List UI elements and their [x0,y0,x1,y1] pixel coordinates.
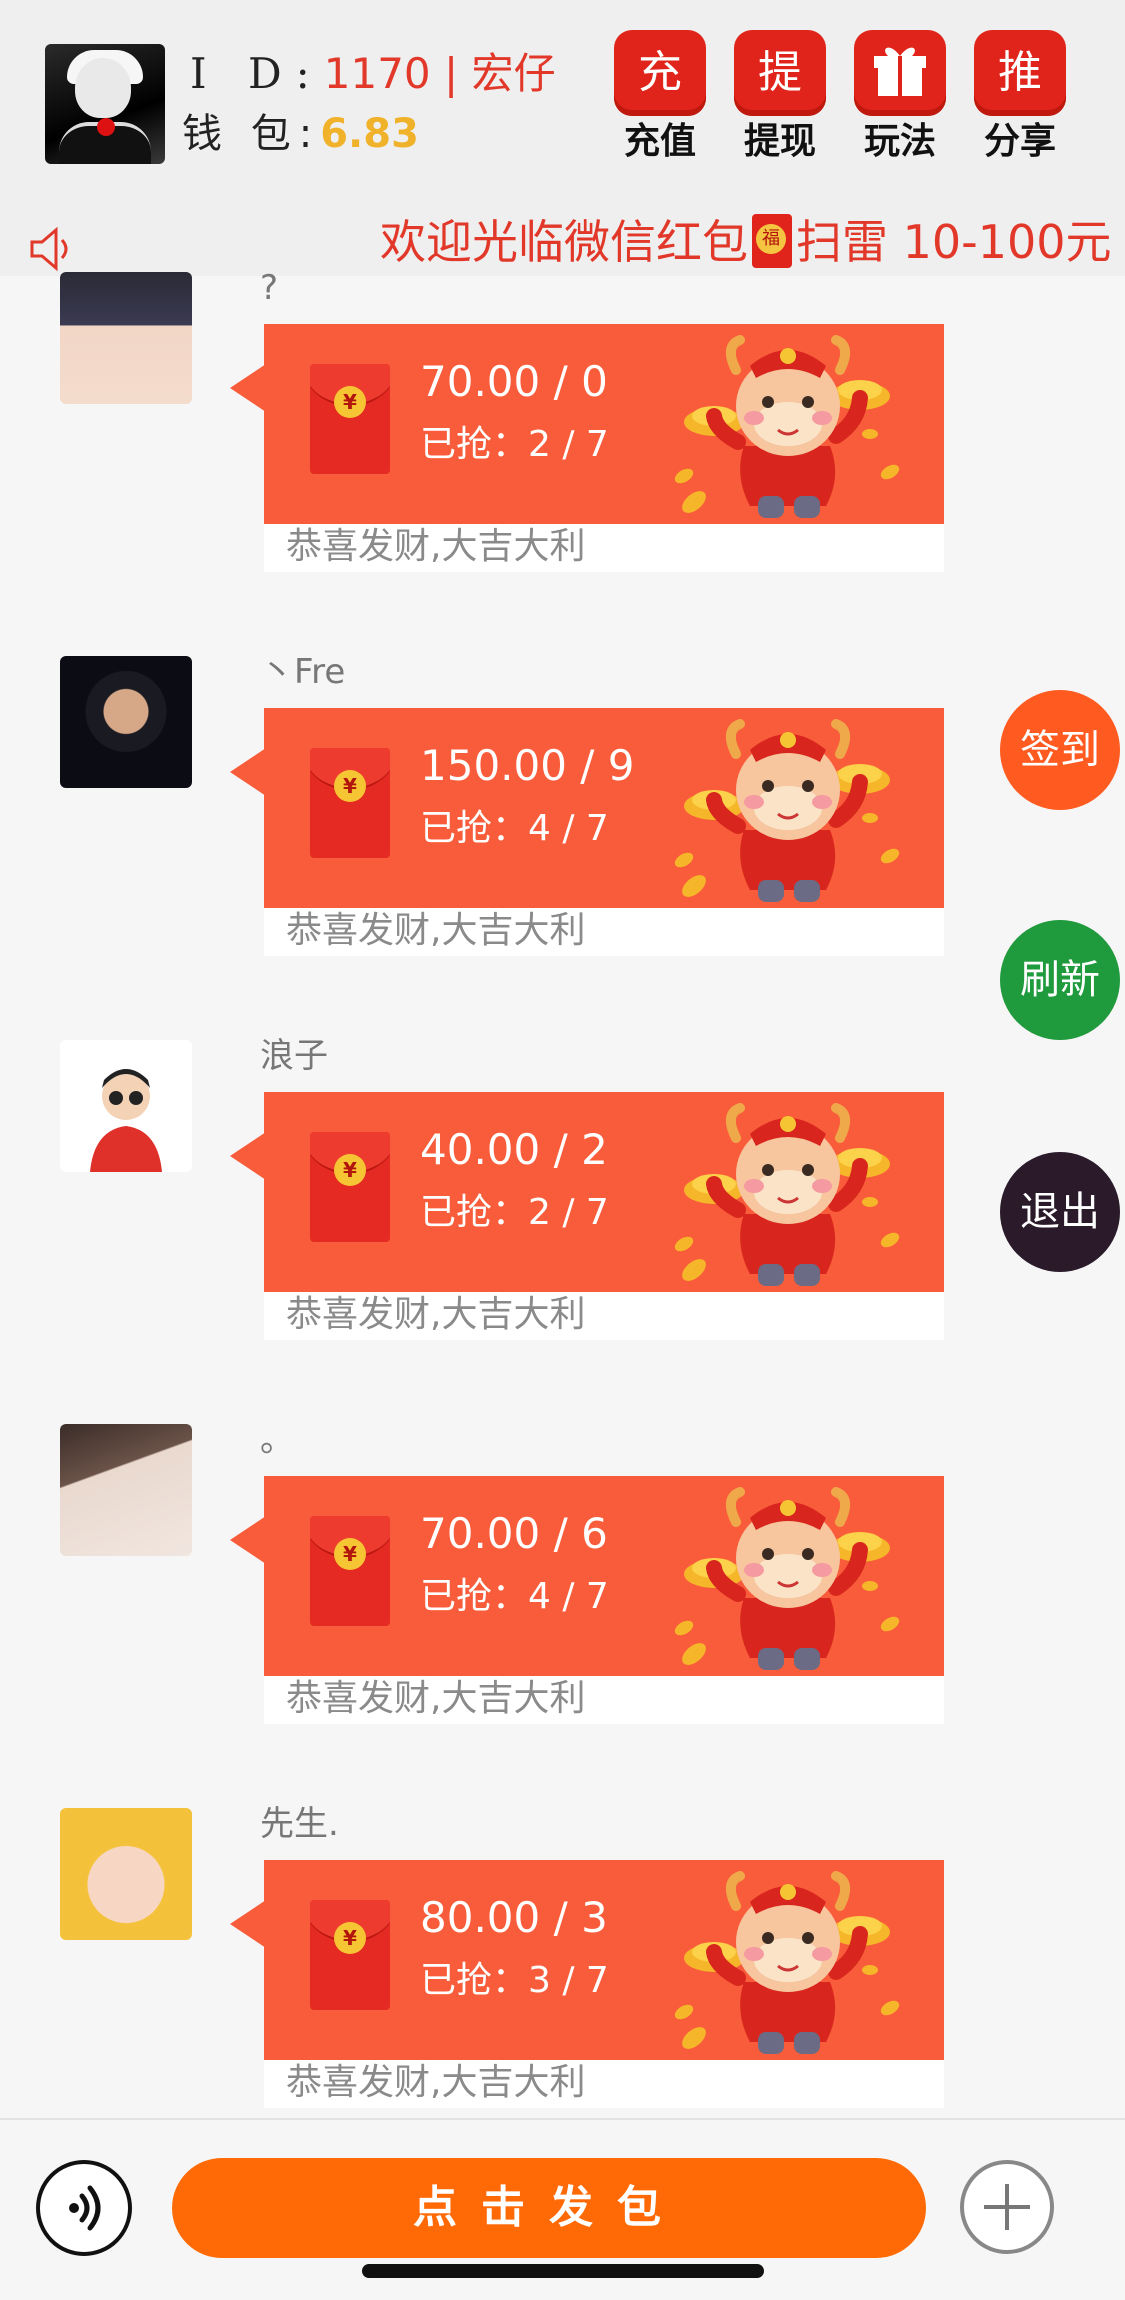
share-button[interactable]: 推 分享 [974,30,1066,164]
how-to-play-button[interactable]: 玩法 [854,30,946,164]
user-id: I D:1170 | 宏仔 [190,48,556,100]
sender-name: 丶Fre [260,652,346,692]
blessing-strip: 恭喜发财,大吉大利 [264,2060,944,2108]
withdraw-icon: 提 [734,30,826,116]
blessing-strip: 恭喜发财,大吉大利 [264,1676,944,1724]
red-envelope-icon: ¥ [310,364,390,474]
withdraw-button[interactable]: 提 提现 [734,30,826,164]
announcement-bar: 欢迎光临微信红包扫雷 10-100元 [0,210,1125,276]
red-envelope-icon: ¥ [310,1516,390,1626]
ox-illustration-icon [654,1478,924,1674]
top-header: I D:1170 | 宏仔 钱 包:6.83 充 充值 提 提现 玩法 推 分享 [0,0,1125,210]
blessing-text: 恭喜发财,大吉大利 [286,1678,586,1719]
share-label: 分享 [983,121,1056,162]
avatar[interactable] [60,1040,192,1172]
bubble-tail [230,364,266,412]
speaker-icon [30,226,68,272]
red-envelope-icon: ¥ [310,1900,390,2010]
ox-illustration-icon [654,326,924,522]
blessing-text: 恭喜发财,大吉大利 [286,910,586,951]
red-envelope-icon: ¥ [310,748,390,858]
wallet-label: 钱 包: [182,111,321,157]
bubble-tail [230,1900,266,1948]
bubble-tail [230,1132,266,1180]
ox-illustration-icon [654,1862,924,2058]
red-packet[interactable]: ¥ 70.00 / 0 已抢：2 / 7 [264,324,944,524]
packet-amount: 40.00 / 2 [420,1125,608,1174]
avatar[interactable] [60,1424,192,1556]
bubble-tail [230,748,266,796]
ox-illustration-icon [654,710,924,906]
red-envelope-icon [752,214,792,268]
recharge-button[interactable]: 充 充值 [614,30,706,164]
avatar[interactable] [60,272,192,404]
sender-name: 浪子 [260,1036,328,1076]
chat-message: 。 ¥ 70.00 / 6 已抢：4 / 7 恭喜发财,大吉大利 [0,1420,1125,1808]
blessing-text: 恭喜发财,大吉大利 [286,1294,586,1335]
packet-amount: 150.00 / 9 [420,741,635,790]
packet-amount: 70.00 / 6 [420,1509,608,1558]
how-to-play-label: 玩法 [863,121,936,162]
chat-message: ? ¥ 70.00 / 0 已抢：2 / 7 恭喜发财,大吉大利 [0,268,1125,656]
blessing-strip: 恭喜发财,大吉大利 [264,908,944,956]
packet-grabbed: 已抢：2 / 7 [420,1192,609,1233]
wallet-balance: 6.83 [320,111,419,157]
blessing-strip: 恭喜发财,大吉大利 [264,1292,944,1340]
packet-amount: 80.00 / 3 [420,1893,608,1942]
sender-name: ? [260,268,279,308]
packet-grabbed: 已抢：4 / 7 [420,1576,609,1617]
red-packet[interactable]: ¥ 70.00 / 6 已抢：4 / 7 [264,1476,944,1676]
avatar[interactable] [60,656,192,788]
blessing-text: 恭喜发财,大吉大利 [286,526,586,567]
red-packet[interactable]: ¥ 150.00 / 9 已抢：4 / 7 [264,708,944,908]
chat-message: 丶Fre ¥ 150.00 / 9 已抢：4 / 7 恭喜发财,大吉大利 [0,652,1125,1040]
red-packet[interactable]: ¥ 80.00 / 3 已抢：3 / 7 [264,1860,944,2060]
wallet: 钱 包:6.83 [182,108,419,160]
send-packet-button[interactable]: 点击发包 [172,2158,926,2258]
packet-grabbed: 已抢：2 / 7 [420,424,609,465]
sender-name: 。 [260,1420,294,1460]
packet-grabbed: 已抢：4 / 7 [420,808,609,849]
voice-icon [69,2185,101,2231]
id-value: 1170 | 宏仔 [323,49,556,98]
add-icon[interactable] [960,2160,1054,2254]
chat-message: 浪子 ¥ 40.00 / 2 已抢：2 / 7 恭喜发财,大吉大利 [0,1036,1125,1424]
exit-button[interactable]: 退出 [1000,1152,1120,1272]
announcement-text-start: 欢迎光临微信红包 [380,215,748,269]
home-indicator [362,2264,764,2278]
recharge-label: 充值 [623,121,696,162]
voice-button[interactable] [36,2160,132,2256]
checkin-button[interactable]: 签到 [1000,690,1120,810]
ox-illustration-icon [654,1094,924,1290]
red-packet[interactable]: ¥ 40.00 / 2 已抢：2 / 7 [264,1092,944,1292]
gift-icon [854,30,946,116]
refresh-button[interactable]: 刷新 [1000,920,1120,1040]
announcement-text: 欢迎光临微信红包扫雷 10-100元 [380,212,1112,272]
blessing-text: 恭喜发财,大吉大利 [286,2062,586,2103]
id-label: I D: [190,49,324,98]
recharge-icon: 充 [614,30,706,116]
packet-amount: 70.00 / 0 [420,357,608,406]
announcement-text-end: 扫雷 10-100元 [796,215,1112,269]
packet-grabbed: 已抢：3 / 7 [420,1960,609,2001]
sender-name: 先生. [260,1804,339,1844]
withdraw-label: 提现 [743,121,816,162]
share-icon: 推 [974,30,1066,116]
avatar[interactable] [60,1808,192,1940]
bubble-tail [230,1516,266,1564]
red-envelope-icon: ¥ [310,1132,390,1242]
blessing-strip: 恭喜发财,大吉大利 [264,524,944,572]
user-avatar[interactable] [45,44,165,164]
